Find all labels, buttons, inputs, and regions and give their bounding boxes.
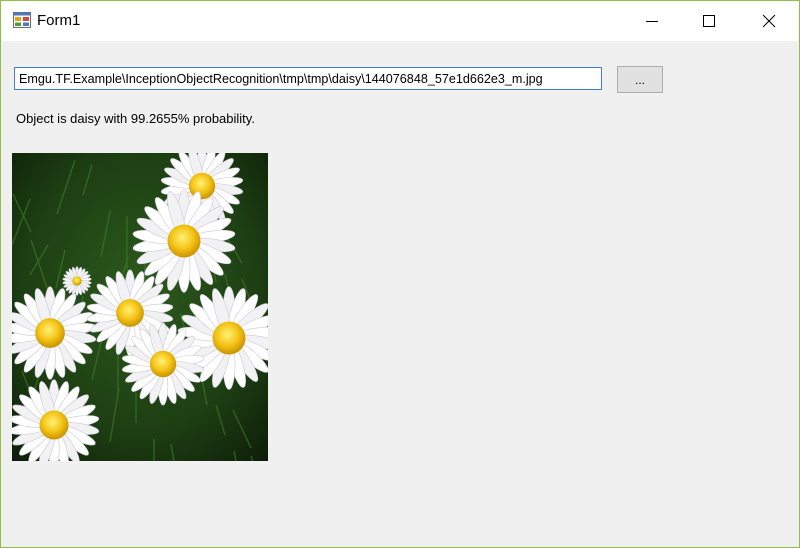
maximize-button[interactable] xyxy=(686,1,732,41)
daisy-image xyxy=(12,153,268,461)
close-icon xyxy=(762,14,776,28)
file-path-input[interactable] xyxy=(14,67,602,90)
close-button[interactable] xyxy=(746,1,792,41)
form1-window: Form1 ... Object is daisy with 99.2655% … xyxy=(0,0,800,548)
maximize-icon xyxy=(703,15,715,27)
window-title: Form1 xyxy=(37,12,81,29)
browse-button[interactable]: ... xyxy=(617,66,663,93)
form-app-icon[interactable] xyxy=(13,12,31,28)
title-bar[interactable]: Form1 xyxy=(1,1,799,41)
minimize-icon xyxy=(646,21,658,22)
recognition-result-label: Object is daisy with 99.2655% probabilit… xyxy=(16,111,255,126)
minimize-button[interactable] xyxy=(629,1,675,41)
